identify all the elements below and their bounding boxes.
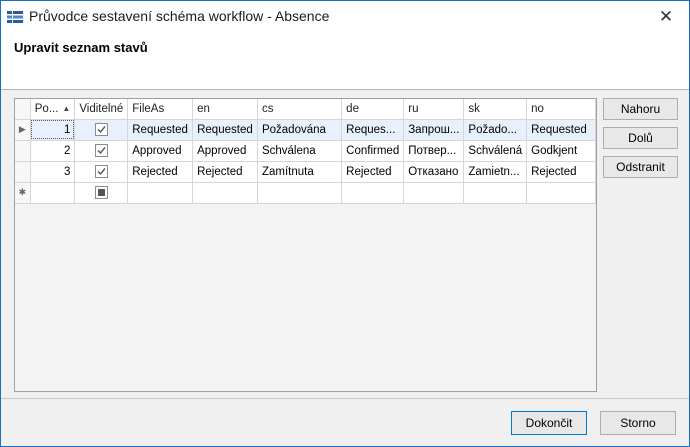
- cell-visible[interactable]: [74, 140, 129, 162]
- close-icon[interactable]: ✕: [643, 1, 689, 32]
- sort-ascending-icon: ▲: [62, 104, 71, 114]
- header-panel: Upravit seznam stavů: [1, 32, 689, 90]
- checkmark-icon: [97, 168, 106, 176]
- cell-de[interactable]: Rejected: [341, 161, 405, 183]
- cell-ru[interactable]: Отказано: [403, 161, 465, 183]
- checkmark-icon: [97, 126, 106, 134]
- cell-cs[interactable]: Zamítnuta: [257, 161, 343, 183]
- cell-order-new[interactable]: [30, 182, 76, 204]
- cell-en[interactable]: Requested: [192, 119, 258, 141]
- visible-checkbox-indeterminate[interactable]: [94, 186, 108, 199]
- cell-ru-new[interactable]: [403, 182, 465, 204]
- cell-sk[interactable]: Zamietn...: [463, 161, 528, 183]
- cell-cs-new[interactable]: [257, 182, 343, 204]
- checkmark-icon: [97, 147, 106, 155]
- column-header-no[interactable]: no: [526, 99, 596, 120]
- table-row[interactable]: 3 Rejected Rejected Zamítnuta Rejected О…: [15, 161, 596, 183]
- cell-no[interactable]: Requested: [526, 119, 596, 141]
- new-row[interactable]: ✱: [15, 182, 596, 204]
- states-grid[interactable]: Po... ▲ Viditelné FileAs en cs de ru sk n…: [14, 98, 597, 392]
- cell-de-new[interactable]: [341, 182, 405, 204]
- row-indicator-current-icon: ▶: [15, 119, 31, 141]
- cancel-button[interactable]: Storno: [600, 411, 676, 435]
- remove-button[interactable]: Odstranit: [603, 156, 678, 178]
- cell-no[interactable]: Rejected: [526, 161, 596, 183]
- cell-de[interactable]: Confirmed: [341, 140, 405, 162]
- move-up-button[interactable]: Nahoru: [603, 98, 678, 120]
- cell-cs[interactable]: Požadována: [257, 119, 343, 141]
- cell-no[interactable]: Godkjent: [526, 140, 596, 162]
- grid-corner-header: [15, 99, 31, 120]
- finish-button[interactable]: Dokončit: [511, 411, 587, 435]
- cell-ru[interactable]: Потвер...: [403, 140, 465, 162]
- cell-fileas[interactable]: Approved: [127, 140, 194, 162]
- cell-ru[interactable]: Запрош...: [403, 119, 465, 141]
- title-bar: Průvodce sestavení schéma workflow - Abs…: [1, 1, 689, 32]
- cell-sk[interactable]: Požado...: [463, 119, 528, 141]
- visible-checkbox[interactable]: [94, 165, 108, 178]
- column-header-fileas[interactable]: FileAs: [127, 99, 194, 120]
- column-header-de[interactable]: de: [341, 99, 405, 120]
- row-indicator: [15, 140, 31, 162]
- move-down-button[interactable]: Dolů: [603, 127, 678, 149]
- visible-checkbox[interactable]: [94, 144, 108, 157]
- cell-fileas-new[interactable]: [127, 182, 194, 204]
- cell-cs[interactable]: Schválena: [257, 140, 343, 162]
- column-header-visible[interactable]: Viditelné: [74, 99, 129, 120]
- visible-checkbox[interactable]: [94, 123, 108, 136]
- dialog-window: Průvodce sestavení schéma workflow - Abs…: [0, 0, 690, 447]
- cell-de[interactable]: Reques...: [341, 119, 405, 141]
- column-header-sk[interactable]: sk: [463, 99, 528, 120]
- column-header-en[interactable]: en: [192, 99, 258, 120]
- column-header-ru[interactable]: ru: [403, 99, 465, 120]
- page-title: Upravit seznam stavů: [14, 40, 148, 55]
- cell-en[interactable]: Rejected: [192, 161, 258, 183]
- row-indicator: [15, 161, 31, 183]
- new-row-asterisk-icon: ✱: [15, 182, 31, 204]
- cell-order[interactable]: 3: [30, 161, 76, 183]
- cell-no-new[interactable]: [526, 182, 596, 204]
- cell-visible-new[interactable]: [74, 182, 129, 204]
- cell-sk-new[interactable]: [463, 182, 528, 204]
- cell-fileas[interactable]: Rejected: [127, 161, 194, 183]
- cell-order[interactable]: 1: [30, 119, 76, 141]
- cell-visible[interactable]: [74, 161, 129, 183]
- workflow-app-icon: [7, 10, 23, 24]
- cell-visible[interactable]: [74, 119, 129, 141]
- cell-en-new[interactable]: [192, 182, 258, 204]
- cell-fileas[interactable]: Requested: [127, 119, 194, 141]
- window-title: Průvodce sestavení schéma workflow - Abs…: [29, 8, 330, 24]
- cell-order[interactable]: 2: [30, 140, 76, 162]
- column-header-cs[interactable]: cs: [257, 99, 343, 120]
- cell-en[interactable]: Approved: [192, 140, 258, 162]
- table-row[interactable]: 2 Approved Approved Schválena Confirmed …: [15, 140, 596, 162]
- table-row[interactable]: ▶ 1 Requested Requested Požadována Reque…: [15, 119, 596, 141]
- cell-sk[interactable]: Schválená: [463, 140, 528, 162]
- footer-divider: [1, 398, 689, 399]
- column-header-order[interactable]: Po... ▲: [30, 99, 76, 120]
